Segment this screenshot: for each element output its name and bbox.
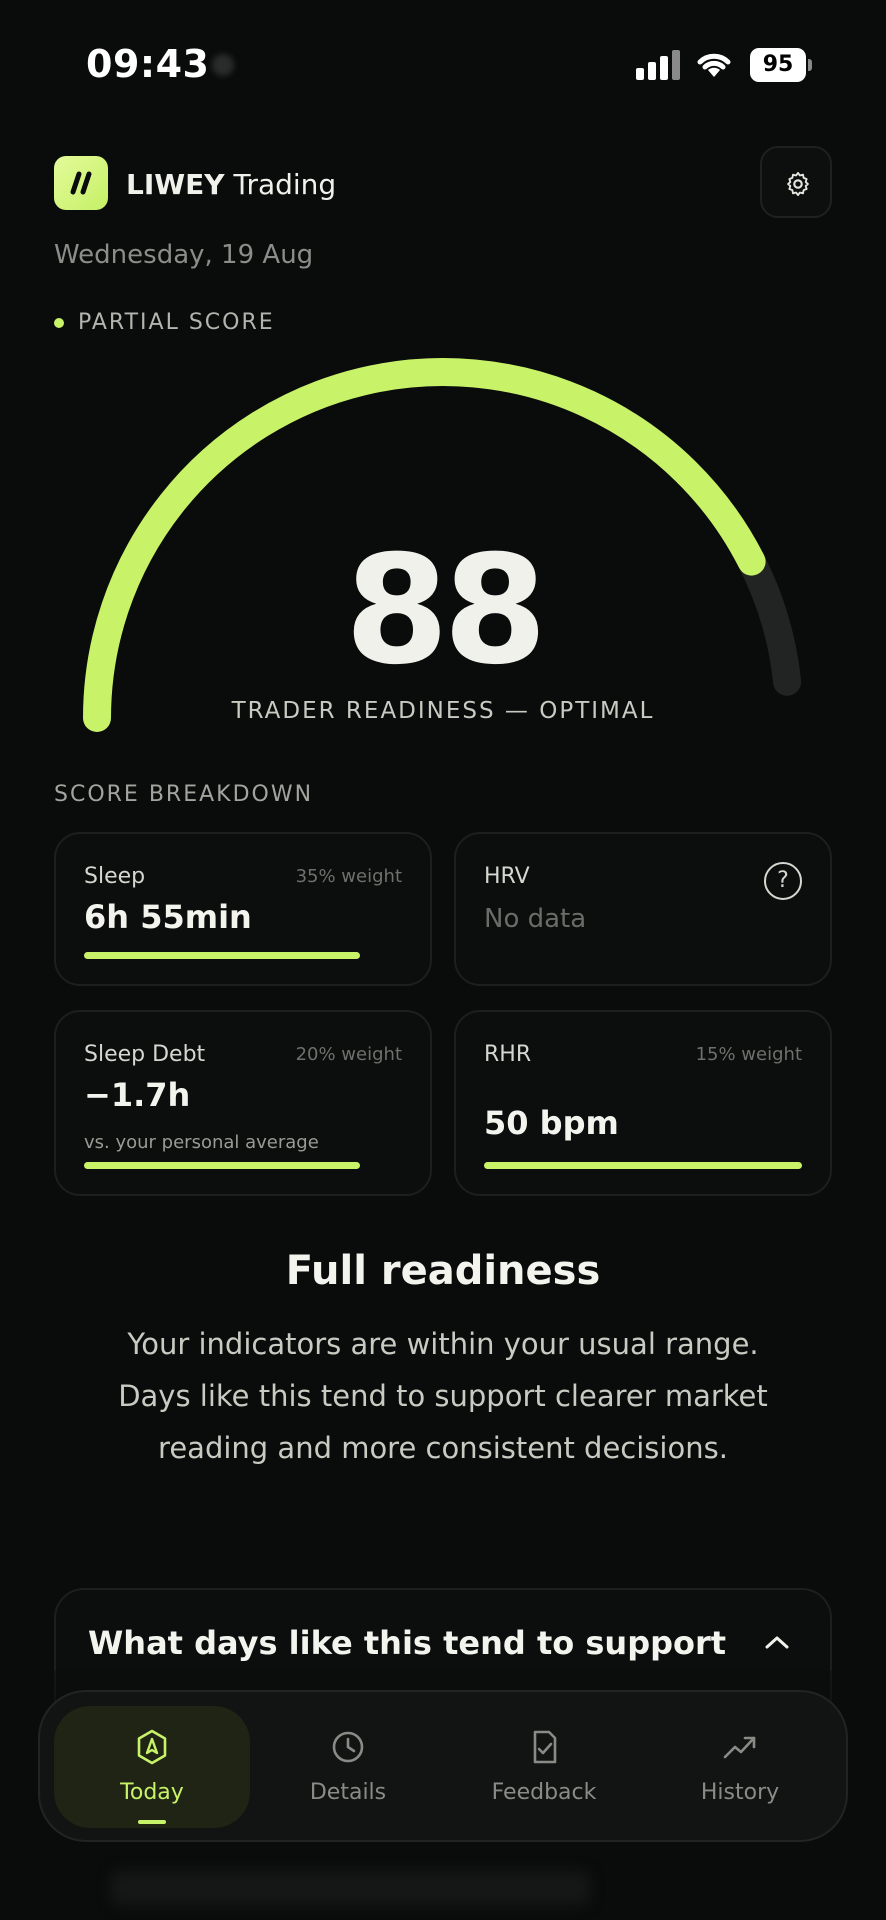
battery-icon: 95	[750, 48, 812, 82]
sleep-card[interactable]: Sleep 35% weight 6h 55min	[54, 832, 432, 986]
tab-feedback-label: Feedback	[491, 1780, 597, 1805]
sleep-debt-label: Sleep Debt	[84, 1042, 206, 1067]
rhr-progress-bar	[484, 1162, 802, 1169]
summary-description: Your indicators are within your usual ra…	[118, 1327, 768, 1465]
sleep-progress-bar	[84, 952, 360, 959]
gear-icon	[787, 171, 809, 197]
tab-history-label: History	[700, 1780, 780, 1805]
sleep-value: 6h 55min	[84, 898, 252, 936]
clock-icon	[332, 1731, 364, 1763]
app-brand: LIWEY	[126, 168, 225, 201]
privacy-indicator	[212, 54, 234, 76]
chevron-up-icon	[765, 1636, 789, 1649]
summary-title: Full readiness	[285, 1248, 601, 1294]
sleep-weight: 35% weight	[295, 866, 402, 887]
breakdown-title: SCORE BREAKDOWN	[54, 782, 314, 807]
settings-button[interactable]	[760, 146, 832, 218]
clipboard-check-icon	[533, 1730, 557, 1764]
tab-details[interactable]: Details	[250, 1706, 446, 1828]
status-bar: 09:43 95	[0, 0, 886, 130]
partial-score-dot	[54, 318, 64, 328]
rhr-label: RHR	[484, 1042, 532, 1067]
current-date: Wednesday, 19 Aug	[54, 240, 314, 270]
wifi-icon	[697, 53, 731, 77]
sleep-debt-subtitle: vs. your personal average	[84, 1132, 319, 1153]
tab-history[interactable]: History	[642, 1706, 838, 1828]
sleep-debt-weight: 20% weight	[295, 1044, 402, 1065]
sleep-debt-card[interactable]: Sleep Debt 20% weight −1.7h vs. your per…	[54, 1010, 432, 1196]
tab-today[interactable]: Today	[54, 1706, 250, 1828]
bottom-tab-bar: Today Details Feedback History	[38, 1690, 848, 1842]
tab-today-label: Today	[120, 1780, 184, 1805]
sleep-debt-value: −1.7h	[84, 1076, 191, 1114]
hrv-label: HRV	[484, 864, 530, 889]
accordion-title: What days like this tend to support	[88, 1624, 727, 1662]
rhr-weight: 15% weight	[695, 1044, 802, 1065]
readiness-score: 88	[344, 524, 548, 698]
active-tab-indicator	[138, 1820, 166, 1824]
obscured-content	[110, 1870, 590, 1906]
sleep-label: Sleep	[84, 864, 146, 889]
battery-level: 95	[750, 48, 806, 82]
app-suffix: Trading	[233, 168, 337, 201]
help-icon[interactable]: ?	[764, 862, 802, 900]
rhr-value: 50 bpm	[484, 1104, 619, 1142]
hrv-card[interactable]: HRV ? No data	[454, 832, 832, 986]
tab-details-label: Details	[309, 1780, 387, 1805]
hrv-value: No data	[484, 904, 587, 934]
app-header: LIWEY Trading	[54, 146, 832, 228]
partial-score-badge: PARTIAL SCORE	[78, 310, 275, 335]
sleep-debt-progress-bar	[84, 1162, 360, 1169]
tab-feedback[interactable]: Feedback	[446, 1706, 642, 1828]
readiness-label: TRADER READINESS — OPTIMAL	[231, 698, 655, 724]
rhr-card[interactable]: RHR 15% weight 50 bpm	[454, 1010, 832, 1196]
app-name: LIWEY Trading	[126, 168, 336, 201]
status-time: 09:43	[86, 42, 210, 86]
cellular-signal-icon	[636, 50, 680, 80]
compass-badge-icon	[137, 1729, 167, 1765]
trend-up-icon	[723, 1736, 756, 1759]
app-logo-icon	[54, 156, 108, 210]
